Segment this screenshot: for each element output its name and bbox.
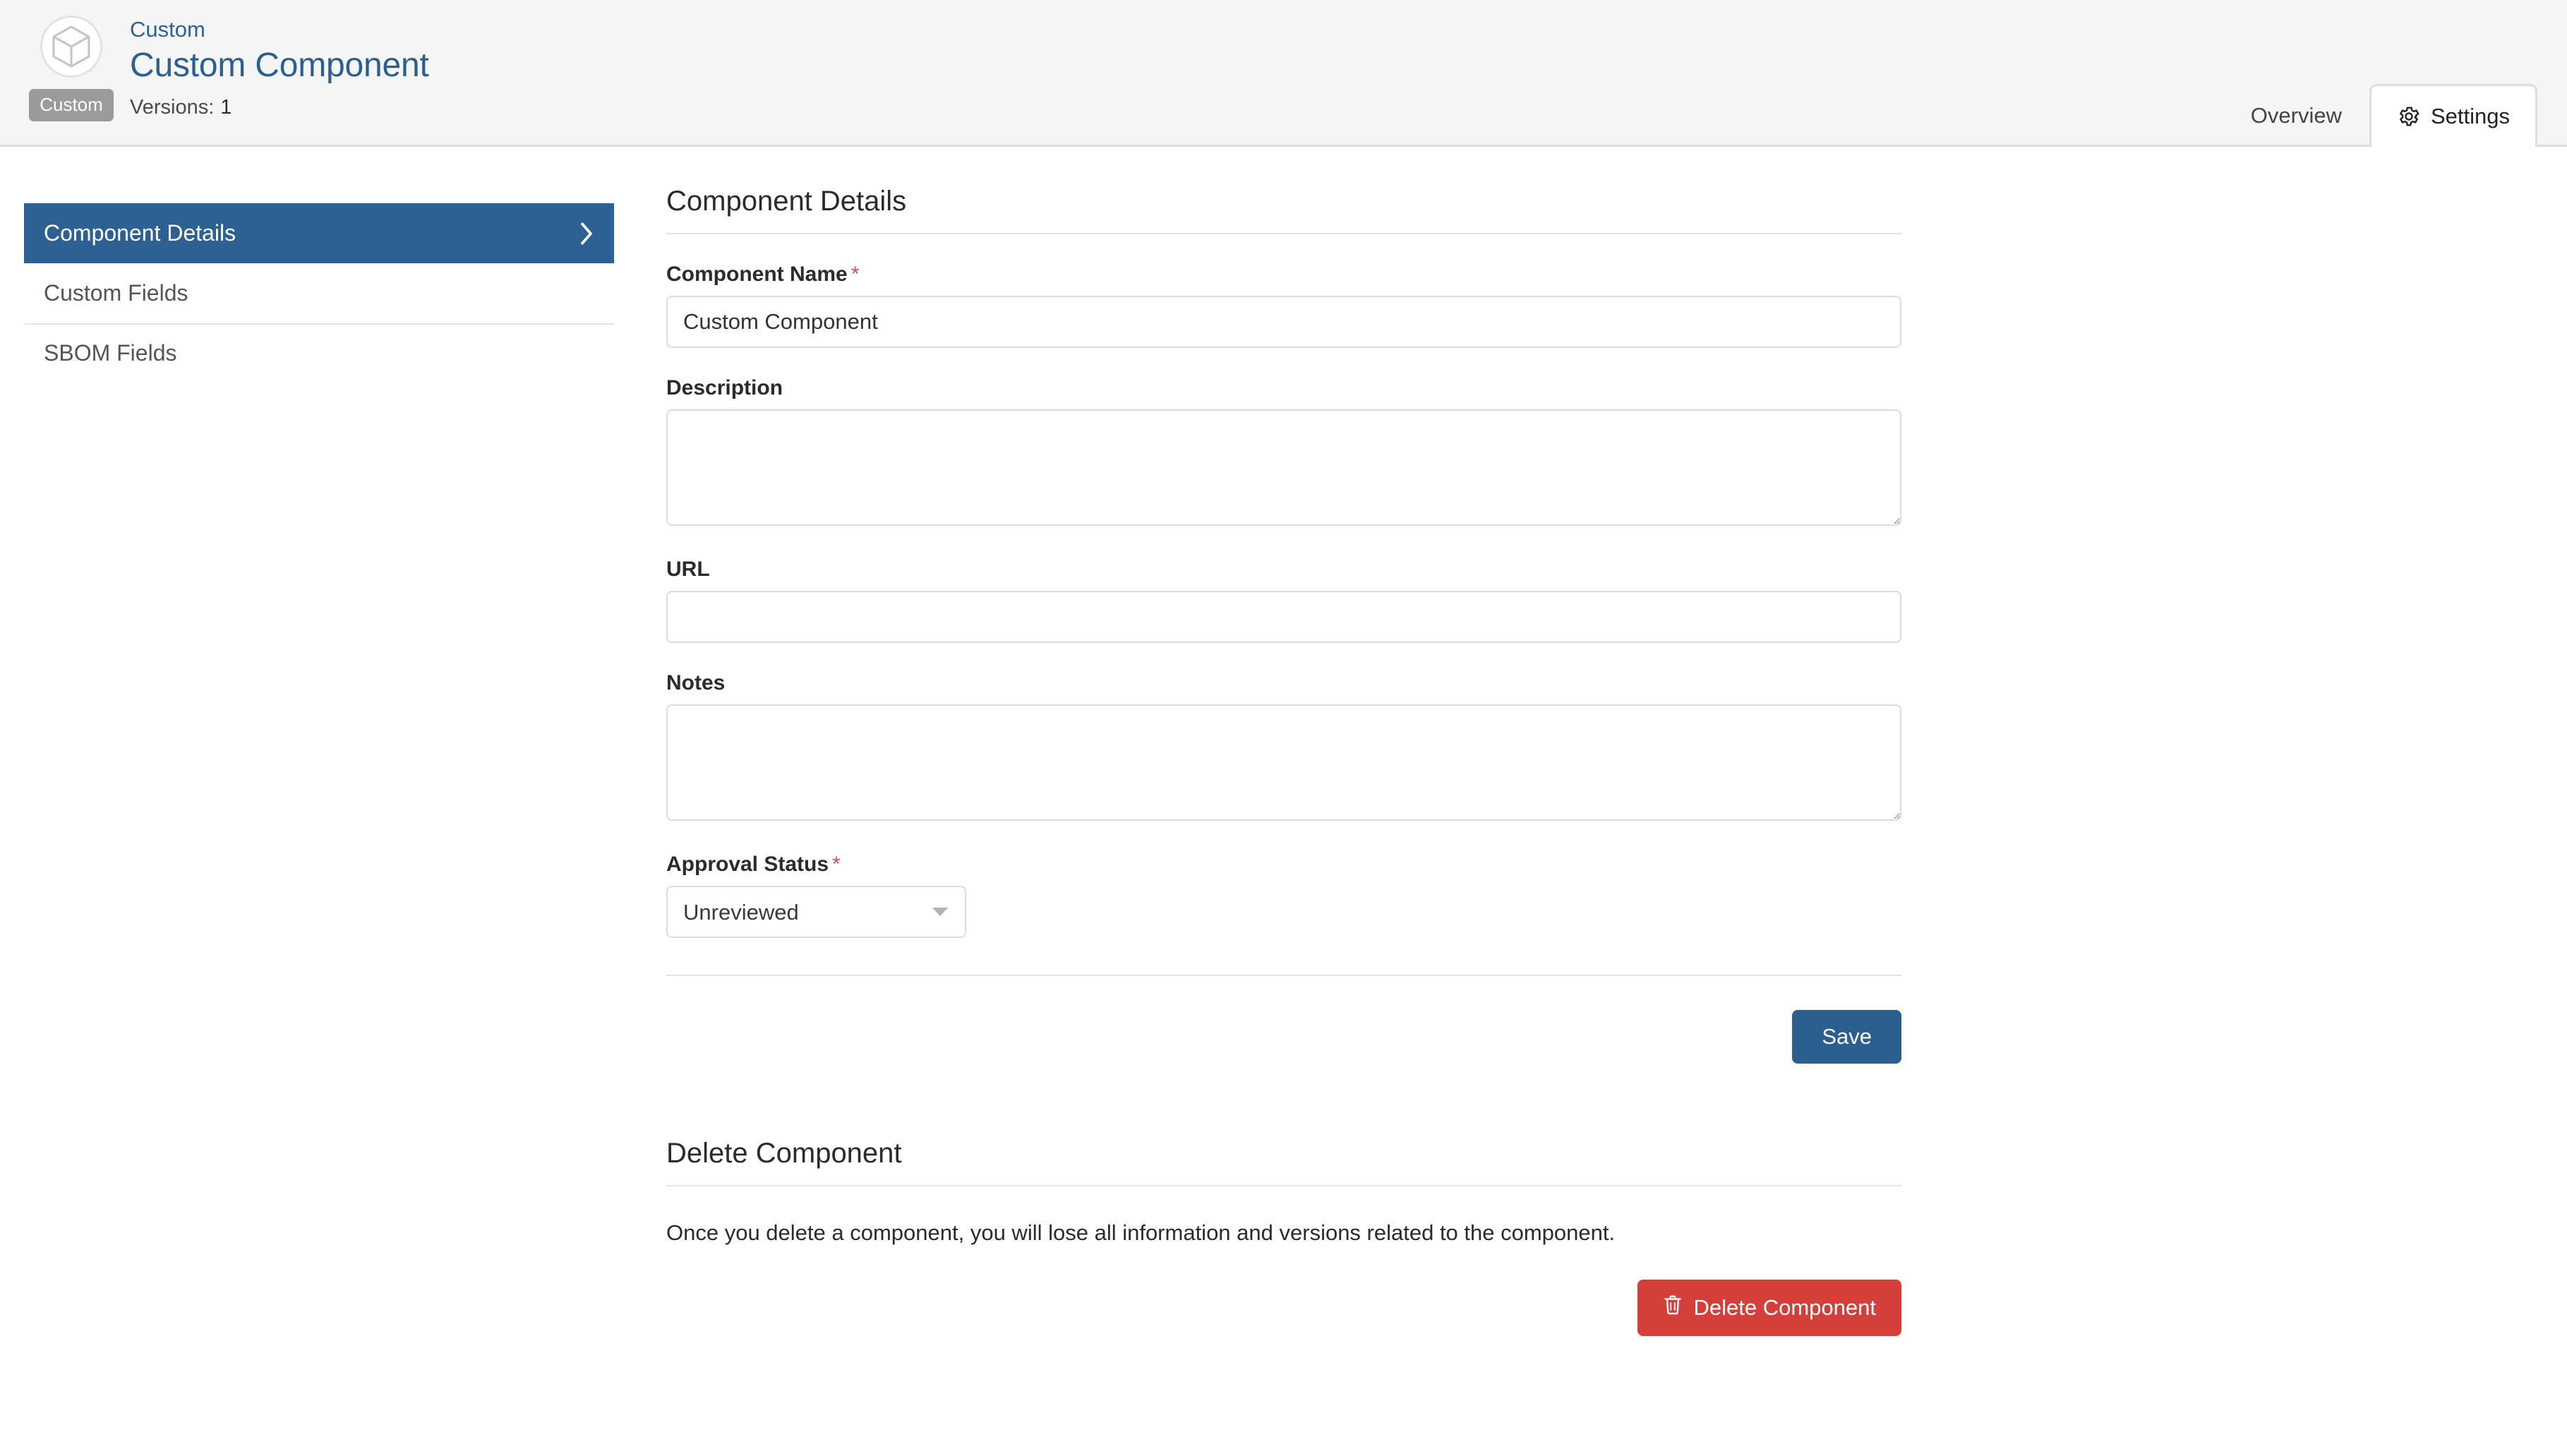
delete-component-button[interactable]: Delete Component <box>1637 1280 1902 1336</box>
tab-settings-label: Settings <box>2431 104 2510 129</box>
notes-label: Notes <box>666 671 1901 695</box>
required-marker: * <box>832 853 841 876</box>
delete-row: Delete Component <box>666 1280 1901 1336</box>
sidebar-item-custom-fields[interactable]: Custom Fields <box>24 263 614 323</box>
chevron-right-icon <box>579 222 594 246</box>
breadcrumb[interactable]: Custom <box>130 17 429 42</box>
field-notes: Notes <box>666 671 1901 824</box>
sidebar-item-component-details[interactable]: Component Details <box>24 203 614 263</box>
field-description: Description <box>666 376 1901 529</box>
versions-info: Versions: 1 <box>130 96 429 119</box>
url-label: URL <box>666 558 1901 582</box>
sidebar-item-label: Custom Fields <box>44 280 188 306</box>
approval-status-select[interactable]: Unreviewed <box>666 886 966 938</box>
tab-overview[interactable]: Overview <box>2223 84 2369 145</box>
save-button[interactable]: Save <box>1792 1010 1901 1064</box>
sidebar-item-sbom-fields[interactable]: SBOM Fields <box>24 323 614 383</box>
description-label-text: Description <box>666 376 783 399</box>
versions-label: Versions: <box>130 96 214 119</box>
gear-icon <box>2397 104 2421 128</box>
header-identity: Custom Custom Custom Component Versions:… <box>28 16 429 121</box>
field-approval-status: Approval Status* Unreviewed <box>666 853 1901 938</box>
settings-sidebar: Component Details Custom Fields SBOM Fie… <box>24 203 614 383</box>
url-label-text: URL <box>666 558 710 581</box>
description-textarea[interactable] <box>666 409 1901 526</box>
delete-warning-text: Once you delete a component, you will lo… <box>666 1220 1901 1246</box>
versions-count: 1 <box>220 96 232 119</box>
approval-status-select-wrap: Unreviewed <box>666 886 966 938</box>
delete-component-button-label: Delete Component <box>1694 1295 1877 1320</box>
settings-main: Component Details Component Name* Descri… <box>666 186 1901 1336</box>
type-badge: Custom <box>29 89 114 121</box>
page-header: Custom Custom Custom Component Versions:… <box>0 0 2567 147</box>
tab-settings[interactable]: Settings <box>2369 84 2537 147</box>
required-marker: * <box>851 263 860 286</box>
avatar <box>40 16 102 78</box>
header-tabs: Overview Settings <box>2223 77 2537 145</box>
component-name-label: Component Name* <box>666 263 1901 287</box>
section-title-delete-component: Delete Component <box>666 1138 1901 1186</box>
save-row: Save <box>666 975 1901 1064</box>
component-name-input[interactable] <box>666 296 1901 348</box>
section-title-component-details: Component Details <box>666 186 1901 234</box>
sidebar-item-label: Component Details <box>44 220 236 246</box>
field-url: URL <box>666 558 1901 643</box>
notes-label-text: Notes <box>666 671 725 694</box>
approval-status-label: Approval Status* <box>666 853 1901 877</box>
sidebar-item-label: SBOM Fields <box>44 340 176 366</box>
title-column: Custom Custom Component Versions: 1 <box>130 16 429 119</box>
app-page: Custom Custom Custom Component Versions:… <box>0 0 2567 1456</box>
notes-textarea[interactable] <box>666 704 1901 821</box>
delete-component-section: Delete Component Once you delete a compo… <box>666 1138 1901 1336</box>
trash-icon <box>1663 1294 1683 1322</box>
field-component-name: Component Name* <box>666 263 1901 348</box>
page-title: Custom Component <box>130 45 429 86</box>
approval-status-label-text: Approval Status <box>666 853 829 876</box>
cube-icon <box>51 25 92 68</box>
component-name-label-text: Component Name <box>666 263 848 286</box>
url-input[interactable] <box>666 591 1901 643</box>
avatar-column: Custom <box>28 16 114 121</box>
description-label: Description <box>666 376 1901 400</box>
tab-overview-label: Overview <box>2251 103 2342 128</box>
